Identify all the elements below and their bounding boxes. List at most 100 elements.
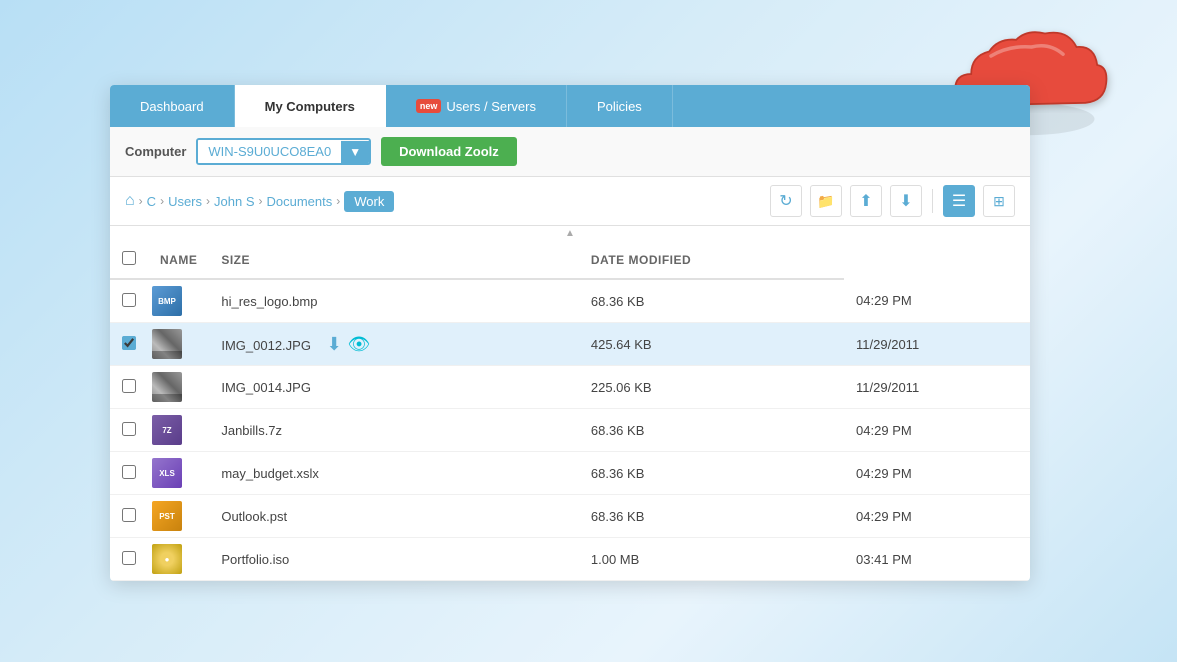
row-checkbox[interactable] xyxy=(122,379,136,393)
upload-button[interactable]: ⬆ xyxy=(850,185,882,217)
table-row: IMG_0014.JPG 225.06 KB 11/29/2011 xyxy=(110,366,1030,409)
download-file-icon[interactable]: ⬇ xyxy=(327,334,342,355)
tab-bar: Dashboard My Computers new Users / Serve… xyxy=(110,85,1030,127)
file-name: IMG_0012.JPG xyxy=(221,338,311,353)
row-size-cell: 68.36 KB xyxy=(579,409,844,452)
new-folder-button[interactable]: 📁 xyxy=(810,185,842,217)
list-view-icon: ☰ xyxy=(952,191,966,211)
row-date-cell: 04:29 PM xyxy=(844,452,1030,495)
breadcrumb-sep-0: › xyxy=(139,194,143,208)
row-name-cell: Outlook.pst xyxy=(209,495,579,538)
row-name-cell: Portfolio.iso xyxy=(209,538,579,581)
row-size-cell: 68.36 KB xyxy=(579,495,844,538)
row-checkbox[interactable] xyxy=(122,293,136,307)
row-checkbox-cell xyxy=(110,279,148,323)
file-name: hi_res_logo.bmp xyxy=(221,294,317,309)
breadcrumb-users[interactable]: Users xyxy=(168,194,202,209)
computer-selector[interactable]: WIN-S9U0UCO8EA0 ▼ xyxy=(196,138,371,165)
row-checkbox[interactable] xyxy=(122,336,136,350)
folder-icon: 📁 xyxy=(817,193,834,210)
refresh-icon: ↻ xyxy=(779,191,792,211)
breadcrumb-work[interactable]: Work xyxy=(344,191,394,212)
breadcrumb-row: ⌂ › C › Users › John S › Documents › Wor… xyxy=(110,177,1030,226)
row-date-cell: 04:29 PM xyxy=(844,409,1030,452)
col-header-date: DATE MODIFIED xyxy=(579,241,844,279)
breadcrumb-actions: ↻ 📁 ⬆ ⬇ ☰ ⊞ xyxy=(770,185,1015,217)
breadcrumb-sep-4: › xyxy=(336,194,340,208)
toolbar-row: Computer WIN-S9U0UCO8EA0 ▼ Download Zool… xyxy=(110,127,1030,177)
row-date-cell: 04:29 PM xyxy=(844,495,1030,538)
row-icon-cell xyxy=(148,323,209,366)
file-name: IMG_0014.JPG xyxy=(221,380,311,395)
row-checkbox[interactable] xyxy=(122,508,136,522)
download-icon: ⬇ xyxy=(899,191,912,211)
row-name-cell: IMG_0014.JPG xyxy=(209,366,579,409)
computer-select-value: WIN-S9U0UCO8EA0 xyxy=(198,140,341,163)
row-icon-cell: PST xyxy=(148,495,209,538)
download-button[interactable]: ⬇ xyxy=(890,185,922,217)
breadcrumb-sep-1: › xyxy=(160,194,164,208)
row-icon-cell xyxy=(148,366,209,409)
table-row: ● Portfolio.iso 1.00 MB 03:41 PM xyxy=(110,538,1030,581)
tab-policies[interactable]: Policies xyxy=(567,85,673,127)
table-row: IMG_0012.JPG ⬇ 👁 425.64 KB 11/29/2011 xyxy=(110,323,1030,366)
file-table: NAME SIZE DATE MODIFIED BMP hi_res_logo.… xyxy=(110,241,1030,581)
breadcrumb-johns[interactable]: John S xyxy=(214,194,254,209)
tab-my-computers[interactable]: My Computers xyxy=(235,85,386,127)
grid-view-button[interactable]: ⊞ xyxy=(983,185,1015,217)
breadcrumb-sep-3: › xyxy=(259,194,263,208)
table-row: XLS may_budget.xslx 68.36 KB 04:29 PM xyxy=(110,452,1030,495)
breadcrumb-sep-2: › xyxy=(206,194,210,208)
row-size-cell: 68.36 KB xyxy=(579,279,844,323)
select-all-checkbox[interactable] xyxy=(122,251,136,265)
row-name-cell: IMG_0012.JPG ⬇ 👁 xyxy=(209,323,579,366)
download-zoolz-button[interactable]: Download Zoolz xyxy=(381,137,517,166)
sort-arrow: ▲ xyxy=(110,226,1030,241)
upload-icon: ⬆ xyxy=(859,191,872,211)
breadcrumb-documents[interactable]: Documents xyxy=(267,194,333,209)
table-row: BMP hi_res_logo.bmp 68.36 KB 04:29 PM xyxy=(110,279,1030,323)
row-name-cell: Janbills.7z xyxy=(209,409,579,452)
row-checkbox[interactable] xyxy=(122,551,136,565)
row-size-cell: 225.06 KB xyxy=(579,366,844,409)
col-header-name: NAME xyxy=(148,241,209,279)
file-name: Outlook.pst xyxy=(221,509,287,524)
col-header-size: SIZE xyxy=(209,241,579,279)
row-checkbox[interactable] xyxy=(122,422,136,436)
row-size-cell: 68.36 KB xyxy=(579,452,844,495)
row-name-cell: may_budget.xslx xyxy=(209,452,579,495)
tab-users-servers[interactable]: new Users / Servers xyxy=(386,85,567,127)
tab-dashboard[interactable]: Dashboard xyxy=(110,85,235,127)
row-size-cell: 425.64 KB xyxy=(579,323,844,366)
file-name: Portfolio.iso xyxy=(221,552,289,567)
file-name: Janbills.7z xyxy=(221,423,282,438)
main-panel: Dashboard My Computers new Users / Serve… xyxy=(110,85,1030,581)
breadcrumb-home[interactable]: ⌂ xyxy=(125,192,135,210)
row-name-cell: hi_res_logo.bmp xyxy=(209,279,579,323)
list-view-button[interactable]: ☰ xyxy=(943,185,975,217)
computer-select-arrow[interactable]: ▼ xyxy=(341,141,369,163)
row-checkbox[interactable] xyxy=(122,465,136,479)
preview-file-icon[interactable]: 👁 xyxy=(348,334,371,355)
row-size-cell: 1.00 MB xyxy=(579,538,844,581)
refresh-button[interactable]: ↻ xyxy=(770,185,802,217)
row-icon-cell: XLS xyxy=(148,452,209,495)
row-date-cell: 11/29/2011 xyxy=(844,366,1030,409)
select-all-header xyxy=(110,241,148,279)
table-row: PST Outlook.pst 68.36 KB 04:29 PM xyxy=(110,495,1030,538)
table-header-row: NAME SIZE DATE MODIFIED xyxy=(110,241,1030,279)
computer-label: Computer xyxy=(125,144,186,159)
table-row: 7Z Janbills.7z 68.36 KB 04:29 PM xyxy=(110,409,1030,452)
row-date-cell: 03:41 PM xyxy=(844,538,1030,581)
row-checkbox-cell xyxy=(110,495,148,538)
grid-view-icon: ⊞ xyxy=(993,193,1005,210)
file-name: may_budget.xslx xyxy=(221,466,319,481)
breadcrumb-c[interactable]: C xyxy=(147,194,156,209)
row-icon-cell: ● xyxy=(148,538,209,581)
row-checkbox-cell xyxy=(110,366,148,409)
row-icon-cell: 7Z xyxy=(148,409,209,452)
row-icon-cell: BMP xyxy=(148,279,209,323)
new-badge: new xyxy=(416,99,442,113)
row-checkbox-cell xyxy=(110,538,148,581)
view-divider xyxy=(932,189,933,213)
